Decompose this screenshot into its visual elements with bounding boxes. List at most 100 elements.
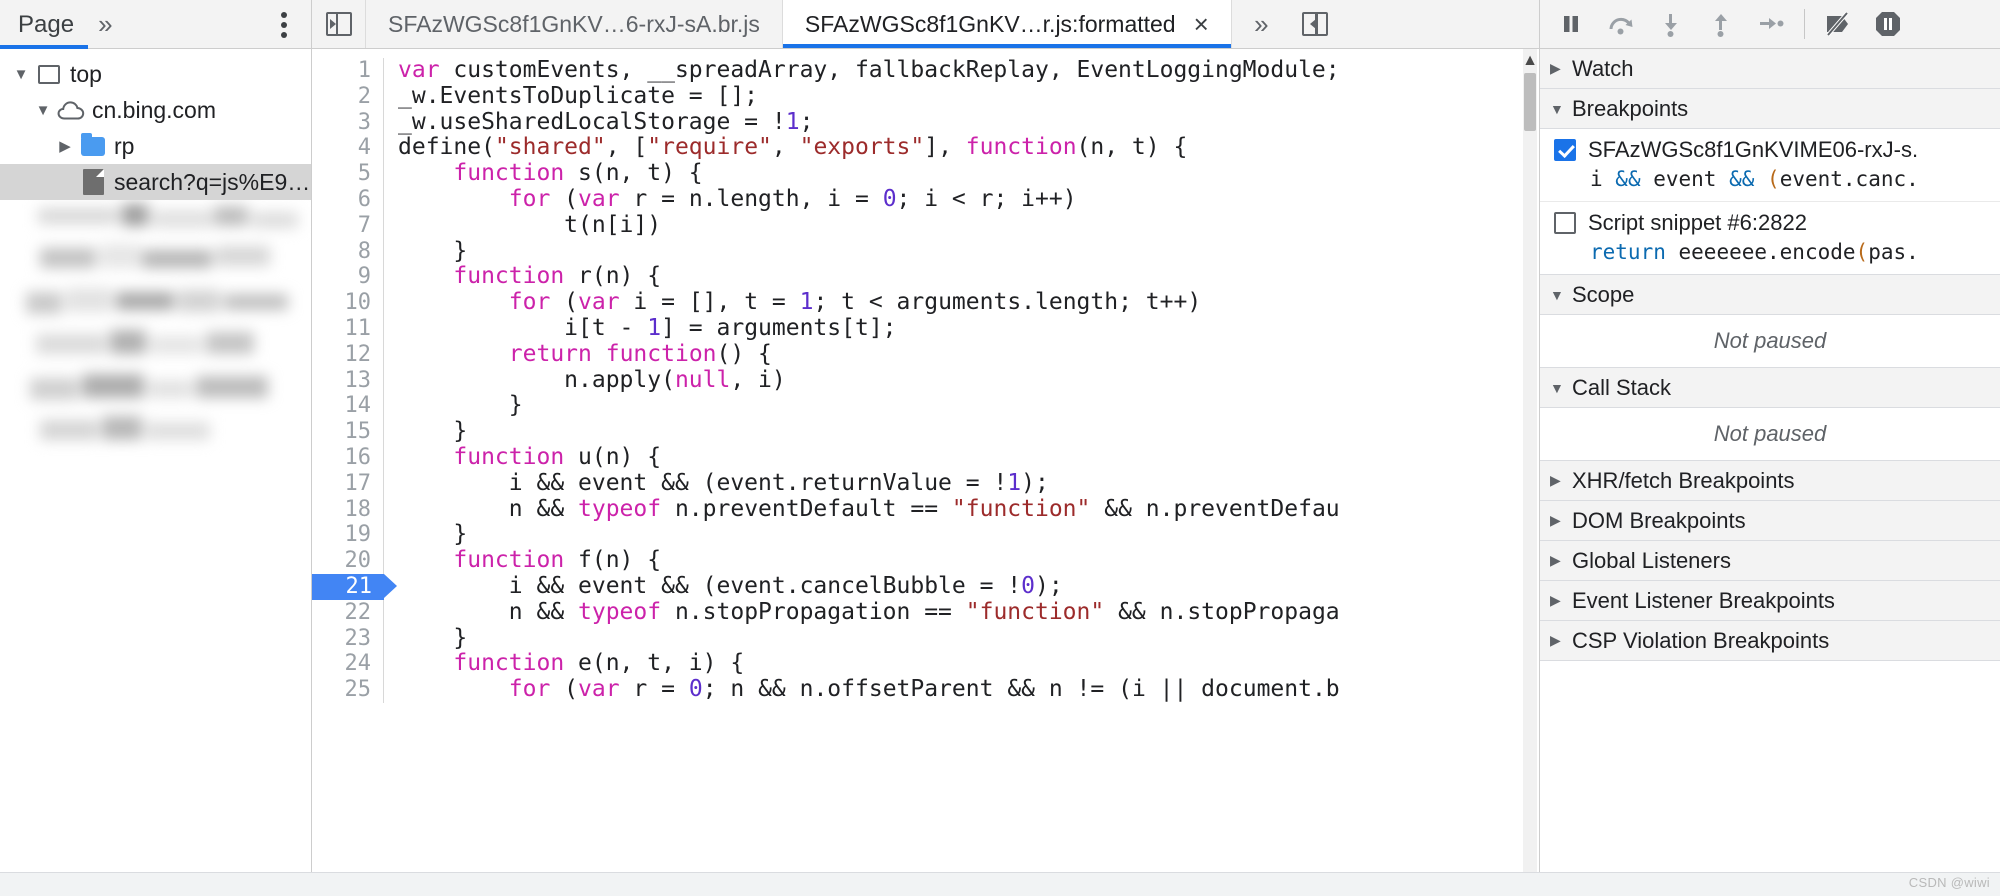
line-number[interactable]: 7 <box>312 212 384 239</box>
code-line[interactable]: 19 } <box>312 521 1539 549</box>
section-header-xhr-fetch-breakpoints[interactable]: ▶ XHR/fetch Breakpoints <box>1540 461 2000 501</box>
line-number[interactable]: 6 <box>312 186 384 213</box>
code-line[interactable]: 18 n && typeof n.preventDefault == "func… <box>312 496 1539 523</box>
tree-item-label: search?q=js%E9%80%9 <box>114 168 311 195</box>
code-line[interactable]: 2 _w.EventsToDuplicate = []; <box>312 83 1539 110</box>
line-number[interactable]: 15 <box>312 419 384 445</box>
code-text: t(n[i]) <box>398 211 662 238</box>
code-line[interactable]: 20 function f(n) { <box>312 547 1539 574</box>
breakpoint-item[interactable]: Script snippet #6:2822 return eeeeeee.en… <box>1540 202 2000 274</box>
tree-item-cn-bing-com[interactable]: ▼ cn.bing.com <box>0 92 311 128</box>
line-number[interactable]: 18 <box>312 496 384 523</box>
code-line[interactable]: 8 } <box>312 238 1539 265</box>
section-header-csp-violation-breakpoints[interactable]: ▶ CSP Violation Breakpoints <box>1540 621 2000 661</box>
debugger-toolbar <box>1540 0 2000 49</box>
line-number[interactable]: 17 <box>312 470 384 497</box>
tree-item-search-query[interactable]: search?q=js%E9%80%9 <box>0 164 311 200</box>
code-line[interactable]: 23 } <box>312 625 1539 652</box>
line-number[interactable]: 9 <box>312 264 384 291</box>
tree-item-label: top <box>70 60 102 87</box>
section-header-scope[interactable]: ▼ Scope <box>1540 275 2000 315</box>
tab-page[interactable]: Page <box>0 0 89 49</box>
pause-icon[interactable] <box>1546 1 1596 47</box>
code-line[interactable]: 21 i && event && (event.cancelBubble = !… <box>312 573 1539 600</box>
section-header-global-listeners[interactable]: ▶ Global Listeners <box>1540 541 2000 581</box>
code-line[interactable]: 16 function u(n) { <box>312 444 1539 471</box>
close-icon[interactable]: × <box>1194 11 1209 37</box>
navigator-more-tabs-icon[interactable]: » <box>88 0 119 49</box>
tree-item-top[interactable]: ▼ top <box>0 56 311 92</box>
code-line[interactable]: 12 return function() { <box>312 341 1539 368</box>
code-line[interactable]: 17 i && event && (event.returnValue = !1… <box>312 470 1539 497</box>
line-number[interactable]: 14 <box>312 393 384 420</box>
code-line[interactable]: 11 i[t - 1] = arguments[t]; <box>312 315 1539 342</box>
code-line[interactable]: 3 _w.useSharedLocalStorage = !1; <box>312 109 1539 136</box>
step-out-icon[interactable] <box>1696 1 1746 47</box>
section-header-event-listener-breakpoints[interactable]: ▶ Event Listener Breakpoints <box>1540 581 2000 621</box>
breakpoint-checkbox[interactable] <box>1554 212 1576 234</box>
line-number[interactable]: 22 <box>312 599 384 626</box>
code-line[interactable]: 7 t(n[i]) <box>312 211 1539 239</box>
code-line[interactable]: 25 for (var r = 0; n && n.offsetParent &… <box>312 676 1539 703</box>
section-header-call-stack[interactable]: ▼ Call Stack <box>1540 368 2000 408</box>
code-line[interactable]: 5 function s(n, t) { <box>312 160 1539 187</box>
editor-vertical-scrollbar[interactable]: ▲ ▼ <box>1522 49 1538 896</box>
step-into-icon[interactable] <box>1646 1 1696 47</box>
line-number[interactable]: 23 <box>312 625 384 652</box>
line-number[interactable]: 24 <box>312 651 384 678</box>
code-line[interactable]: 9 function r(n) { <box>312 263 1539 291</box>
more-vertical-icon[interactable] <box>281 12 289 38</box>
pause-on-exceptions-icon[interactable] <box>1863 1 1913 47</box>
code-text: for (var r = 0; n && n.offsetParent && n… <box>508 676 1340 703</box>
code-line[interactable]: 22 n && typeof n.stopPropagation == "fun… <box>312 598 1539 626</box>
source-tab-formatted[interactable]: SFAzWGSc8f1GnKV…r.js:formatted × <box>782 0 1232 48</box>
line-number[interactable]: 20 <box>312 548 384 574</box>
step-over-icon[interactable] <box>1596 1 1646 47</box>
caret-up-icon[interactable]: ▲ <box>1522 51 1538 71</box>
code-line[interactable]: 15 } <box>312 418 1539 445</box>
chevron-down-icon[interactable]: ▼ <box>10 66 32 83</box>
code-line[interactable]: 24 function e(n, t, i) { <box>312 650 1539 678</box>
show-debugger-icon[interactable] <box>1288 0 1342 48</box>
section-header-breakpoints[interactable]: ▼ Breakpoints <box>1540 89 2000 129</box>
line-number[interactable]: 4 <box>312 135 384 162</box>
code-lines-container[interactable]: 1 var customEvents, __spreadArray, fallba… <box>312 49 1539 896</box>
line-number[interactable]: 16 <box>312 444 384 471</box>
breakpoint-item[interactable]: SFAzWGSc8f1GnKVIME06-rxJ-s. i && event &… <box>1540 129 2000 202</box>
chevron-right-icon[interactable]: ▶ <box>54 137 76 155</box>
line-number[interactable]: 25 <box>312 677 384 703</box>
line-number[interactable]: 2 <box>312 83 384 110</box>
section-header-dom-breakpoints[interactable]: ▶ DOM Breakpoints <box>1540 501 2000 541</box>
section-title: Watch <box>1572 55 1634 81</box>
code-line[interactable]: 14 } <box>312 392 1539 420</box>
line-number[interactable]: 5 <box>312 161 384 187</box>
code-text: n && typeof n.stopPropagation == "functi… <box>398 598 1340 625</box>
show-navigator-icon[interactable] <box>312 0 366 48</box>
line-number[interactable]: 19 <box>312 522 384 549</box>
section-header-watch[interactable]: ▶ Watch <box>1540 49 2000 89</box>
code-line[interactable]: 4 define("shared", ["require", "exports"]… <box>312 134 1539 162</box>
line-number[interactable]: 11 <box>312 315 384 342</box>
breakpoint-checkbox[interactable] <box>1554 139 1576 161</box>
tab-overflow-icon[interactable]: » <box>1232 0 1288 48</box>
section-title: Event Listener Breakpoints <box>1572 587 1835 613</box>
step-icon[interactable] <box>1746 1 1796 47</box>
deactivate-breakpoints-icon[interactable] <box>1813 1 1863 47</box>
line-number[interactable]: 3 <box>312 109 384 136</box>
line-number[interactable]: 12 <box>312 341 384 368</box>
line-number[interactable]: 1 <box>312 58 384 84</box>
bottom-strip <box>0 872 2000 896</box>
code-line[interactable]: 1 var customEvents, __spreadArray, fallba… <box>312 57 1539 84</box>
line-number[interactable]: 8 <box>312 238 384 265</box>
line-number[interactable]: 10 <box>312 290 384 316</box>
line-number[interactable]: 13 <box>312 367 384 394</box>
source-tab-minified[interactable]: SFAzWGSc8f1GnKV…6-rxJ-sA.br.js <box>366 0 783 48</box>
code-line[interactable]: 6 for (var r = n.length, i = 0; i < r; i… <box>312 186 1539 213</box>
code-line[interactable]: 10 for (var i = [], t = 1; t < arguments… <box>312 289 1539 316</box>
code-text: for (var i = [], t = 1; t < arguments.le… <box>508 289 1202 316</box>
line-number-breakpoint[interactable]: 21 <box>312 573 397 600</box>
code-line[interactable]: 13 n.apply(null, i) <box>312 367 1539 394</box>
chevron-down-icon[interactable]: ▼ <box>32 102 54 119</box>
scrollbar-thumb[interactable] <box>1524 73 1536 131</box>
tree-item-rp[interactable]: ▶ rp <box>0 128 311 164</box>
